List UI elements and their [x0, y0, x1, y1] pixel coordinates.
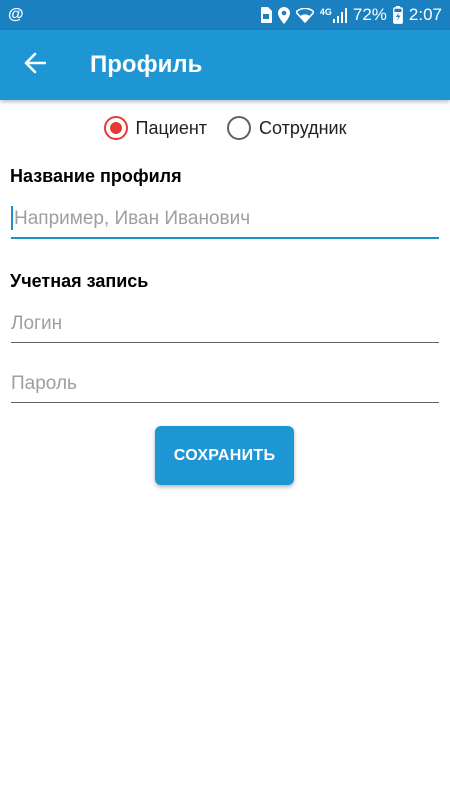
wifi-icon: [295, 7, 314, 23]
radio-employee-label: Сотрудник: [259, 117, 347, 138]
role-radio-group: Пациент Сотрудник: [0, 116, 450, 140]
sim-card-icon: [260, 7, 272, 23]
clock: 2:07: [408, 5, 442, 24]
profile-name-placeholder: Например, Иван Иванович: [14, 208, 251, 229]
battery-charging-icon: [393, 6, 403, 24]
profile-name-input[interactable]: Например, Иван Иванович: [11, 199, 439, 239]
status-left: @: [8, 6, 24, 24]
profile-name-heading: Название профиля: [10, 166, 182, 186]
status-right: 4G 72% 2:07: [260, 5, 442, 25]
location-pin-icon: [277, 6, 290, 24]
page-title: Профиль: [90, 51, 203, 78]
at-icon: @: [8, 6, 24, 23]
status-bar: @ 4G 72% 2:07: [0, 0, 450, 30]
radio-employee[interactable]: Сотрудник: [227, 116, 346, 140]
radio-patient-label: Пациент: [135, 117, 208, 138]
text-caret: [11, 206, 13, 230]
login-input[interactable]: Логин: [11, 303, 439, 343]
radio-dot: [109, 122, 122, 134]
radio-unchecked-icon: [227, 116, 252, 140]
save-button[interactable]: СОХРАНИТЬ: [155, 426, 294, 485]
signal-4g-icon: 4G: [319, 6, 347, 23]
password-input[interactable]: Пароль: [11, 363, 439, 403]
login-placeholder: Логин: [11, 313, 63, 334]
back-button[interactable]: [0, 30, 70, 100]
account-heading: Учетная запись: [10, 271, 149, 291]
app-bar: Профиль: [0, 30, 450, 100]
radio-patient[interactable]: Пациент: [103, 116, 208, 140]
network-type-label: 4G: [319, 6, 332, 17]
arrow-left-icon: [24, 52, 47, 79]
password-placeholder: Пароль: [11, 373, 77, 394]
radio-checked-icon: [103, 116, 128, 140]
battery-percent: 72%: [352, 5, 387, 24]
